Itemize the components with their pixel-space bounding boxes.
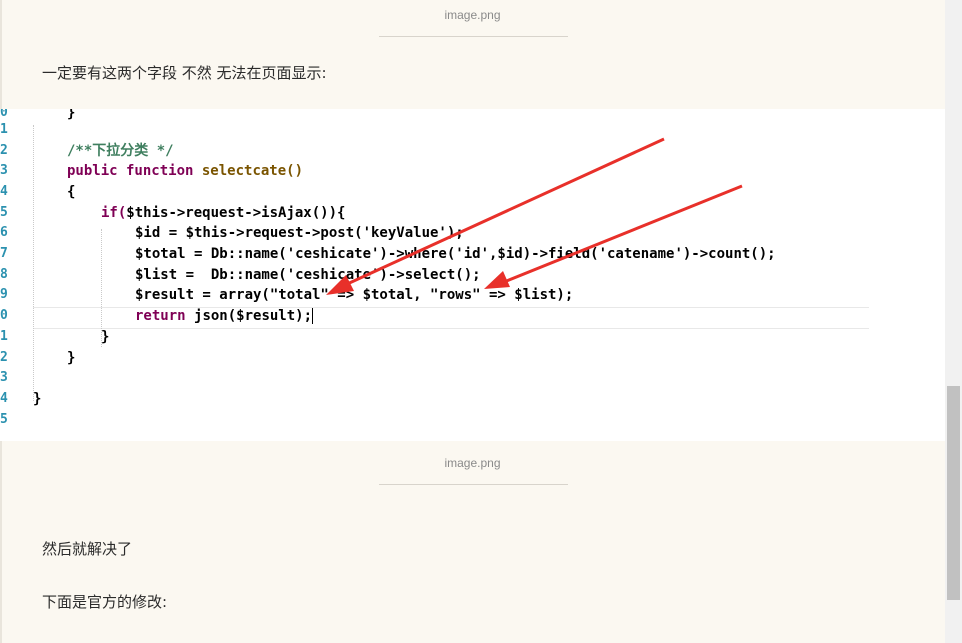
line-number: 7: [0, 246, 8, 261]
line-number: 5: [0, 412, 8, 427]
code-line: $total = Db::name('ceshicate')->where('i…: [135, 246, 776, 262]
line-number: 4: [0, 184, 8, 199]
indent-guide: [33, 125, 34, 401]
code-keyword: public function: [67, 163, 194, 179]
code-line: }: [67, 350, 76, 366]
line-number: 5: [0, 205, 8, 220]
line-number: 2: [0, 350, 8, 365]
code-text: json($result);: [194, 308, 313, 324]
image-caption-top: image.png: [444, 8, 501, 22]
caption-divider-top: [379, 36, 568, 37]
line-number: 1: [0, 329, 8, 344]
code-line: }: [33, 391, 42, 407]
line-number-gutter: 0 1 2 3 4 5 6 7 8 9 0 1 2 3 4 5: [0, 109, 14, 441]
line-number: 4: [0, 391, 8, 406]
text-caret: [312, 308, 314, 324]
line-number: 0: [0, 308, 8, 323]
paragraph-official-fix: 下面是官方的修改:: [42, 593, 168, 611]
image-caption-middle: image.png: [444, 456, 501, 470]
paragraph-solved: 然后就解决了: [42, 540, 133, 558]
line-number: 6: [0, 225, 8, 240]
code-line: $id = $this->request->post('keyValue');: [135, 225, 464, 241]
code-keyword: return: [135, 308, 186, 324]
code-text: $this->request->isAjax()){: [126, 205, 346, 221]
line-number: 1: [0, 122, 8, 137]
code-comment: /**下拉分类 */: [67, 143, 174, 159]
line-number: 9: [0, 287, 8, 302]
code-line: $result = array("total" => $total, "rows…: [135, 287, 574, 303]
caption-divider-middle: [379, 484, 568, 485]
article-content: image.png 一定要有这两个字段 不然 无法在页面显示: 0 1 2 3 …: [0, 0, 945, 643]
arrow-shaft: [503, 184, 743, 284]
paragraph-fields-required: 一定要有这两个字段 不然 无法在页面显示:: [42, 64, 327, 82]
line-number: 3: [0, 370, 8, 385]
code-line: if($this->request->isAjax()){: [101, 203, 345, 223]
scrollbar-thumb[interactable]: [947, 386, 960, 600]
code-line: }: [101, 329, 110, 345]
code-keyword: if(: [101, 205, 127, 221]
code-line: public function selectcate(): [67, 161, 303, 181]
line-number: 8: [0, 267, 8, 282]
code-line: {: [67, 184, 76, 200]
code-line: }: [67, 109, 76, 121]
code-function-name: selectcate(): [201, 163, 304, 179]
code-line: return json($result);: [135, 306, 314, 326]
code-screenshot: 0 1 2 3 4 5 6 7 8 9 0 1 2 3 4 5 } /**下拉分…: [0, 109, 945, 441]
line-number: 2: [0, 143, 8, 158]
code-line: $list = Db::name('ceshicate')->select();: [135, 267, 481, 283]
line-number: 3: [0, 163, 8, 178]
